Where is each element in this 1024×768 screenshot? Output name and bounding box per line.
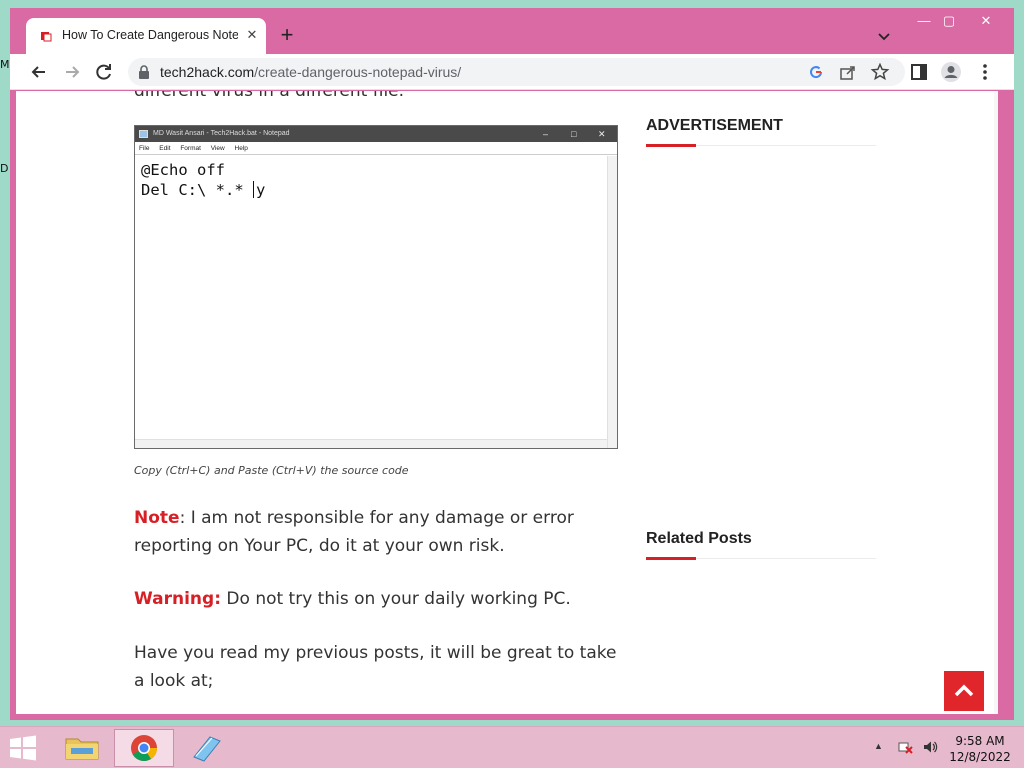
tray-overflow-chevron-icon[interactable]: ▲ bbox=[874, 741, 890, 757]
browser-toolbar: tech2hack.com/create-dangerous-notepad-v… bbox=[10, 54, 1014, 90]
previous-posts-paragraph: Have you read my previous posts, it will… bbox=[134, 643, 617, 691]
advertisement-accent-bar bbox=[646, 144, 696, 147]
address-bar[interactable]: tech2hack.com/create-dangerous-notepad-v… bbox=[128, 58, 905, 86]
url-path: /create-dangerous-notepad-virus/ bbox=[254, 64, 462, 80]
notepad-titlebar: MD Wasit Ansari - Tech2Hack.bat - Notepa… bbox=[135, 126, 617, 142]
lock-icon[interactable] bbox=[138, 65, 150, 79]
warning-paragraph: Warning: Do not try this on your daily w… bbox=[134, 586, 624, 614]
notepad-screenshot-image: MD Wasit Ansari - Tech2Hack.bat - Notepa… bbox=[134, 125, 618, 449]
related-posts-heading: Related Posts bbox=[646, 530, 752, 547]
scroll-to-top-button[interactable] bbox=[944, 671, 984, 711]
tab-strip: How To Create Dangerous Notepad Virus ✕ … bbox=[10, 8, 1014, 54]
code-line-2: Del C:\ *.* bbox=[141, 181, 253, 199]
google-translate-icon[interactable] bbox=[806, 62, 826, 82]
chrome-icon bbox=[131, 735, 158, 762]
chrome-taskbar-button[interactable] bbox=[114, 729, 174, 767]
warning-label: Warning: bbox=[134, 589, 222, 609]
image-caption: Copy (Ctrl+C) and Paste (Ctrl+V) the sou… bbox=[134, 464, 409, 477]
browser-window: How To Create Dangerous Notepad Virus ✕ … bbox=[10, 8, 1014, 720]
tab-search-chevron-icon[interactable] bbox=[874, 26, 894, 46]
notepad-app-icon bbox=[139, 130, 148, 138]
related-posts-accent-bar bbox=[646, 557, 696, 560]
notepad-taskbar-button[interactable] bbox=[176, 729, 236, 767]
advertisement-heading: ADVERTISEMENT bbox=[646, 117, 783, 134]
forward-arrow-icon[interactable] bbox=[61, 61, 83, 83]
notepad-menu-file: File bbox=[139, 145, 150, 152]
volume-speaker-icon[interactable] bbox=[922, 739, 938, 755]
page-viewport: different virus in a different file. MD … bbox=[16, 91, 998, 714]
warning-text: Do not try this on your daily working PC… bbox=[221, 589, 571, 609]
notepad-menu-edit: Edit bbox=[159, 145, 171, 152]
url-domain: tech2hack.com bbox=[160, 64, 255, 80]
notepad-code: @Echo off Del C:\ *.* y bbox=[141, 160, 265, 200]
notepad-vertical-scrollbar bbox=[607, 156, 617, 448]
share-icon[interactable] bbox=[838, 62, 858, 82]
note-text: : I am not responsible for any damage or… bbox=[134, 508, 574, 556]
tab-title: How To Create Dangerous Notepad Virus bbox=[62, 28, 238, 42]
profile-avatar-icon[interactable] bbox=[940, 61, 962, 83]
more-menu-icon[interactable] bbox=[974, 61, 996, 83]
note-paragraph: Note: I am not responsible for any damag… bbox=[134, 505, 624, 560]
page-scrollbar[interactable]: ▲ ▼ bbox=[994, 91, 998, 714]
notepad-horizontal-scrollbar bbox=[135, 439, 607, 448]
notepad-menu-view: View bbox=[210, 145, 225, 152]
new-tab-button[interactable]: + bbox=[276, 24, 298, 47]
code-line-2-end: y bbox=[255, 181, 266, 199]
notepad-maximize-icon: □ bbox=[571, 129, 577, 139]
network-disconnected-icon[interactable] bbox=[898, 739, 914, 755]
windows-start-icon[interactable] bbox=[8, 735, 38, 761]
notepad-menu-help: Help bbox=[234, 145, 248, 152]
maximize-button[interactable]: ▢ bbox=[933, 8, 965, 36]
back-arrow-icon[interactable] bbox=[28, 61, 50, 83]
notepad-menubar: File Edit Format View Help bbox=[135, 142, 617, 155]
text-cursor bbox=[252, 181, 254, 198]
notepad-minimize-icon: – bbox=[543, 129, 549, 139]
clock-time: 9:58 AM bbox=[955, 734, 1005, 748]
file-explorer-taskbar-button[interactable] bbox=[52, 729, 112, 767]
desktop-icon-label-fragment: M bbox=[0, 58, 10, 71]
taskbar-clock[interactable]: 9:58 AM 12/8/2022 bbox=[948, 733, 1012, 765]
desktop-icon-label-fragment: D bbox=[0, 162, 9, 175]
notepad-title: MD Wasit Ansari - Tech2Hack.bat - Notepa… bbox=[153, 130, 290, 137]
note-label: Note bbox=[134, 508, 180, 528]
url-text[interactable]: tech2hack.com/create-dangerous-notepad-v… bbox=[160, 64, 461, 80]
side-panel-icon[interactable] bbox=[908, 61, 930, 83]
notepad-app-taskbar-icon bbox=[193, 736, 221, 762]
notepad-menu-format: Format bbox=[180, 145, 201, 152]
code-line-1: @Echo off bbox=[141, 161, 225, 179]
chevron-up-icon bbox=[954, 684, 974, 697]
bookmark-star-icon[interactable] bbox=[870, 62, 890, 82]
folder-icon bbox=[65, 738, 99, 760]
cut-off-paragraph: different virus in a different file. bbox=[134, 91, 405, 101]
taskbar: ▲ 9:58 AM 12/8/2022 bbox=[0, 726, 1024, 768]
tab-close-icon[interactable]: ✕ bbox=[244, 27, 260, 43]
clock-date: 12/8/2022 bbox=[949, 750, 1011, 764]
browser-tab[interactable]: How To Create Dangerous Notepad Virus ✕ bbox=[26, 18, 266, 54]
notepad-close-icon: ✕ bbox=[598, 129, 606, 139]
site-favicon-icon bbox=[41, 32, 52, 42]
close-window-button[interactable]: ✕ bbox=[970, 8, 1002, 36]
reload-icon[interactable] bbox=[93, 61, 115, 83]
